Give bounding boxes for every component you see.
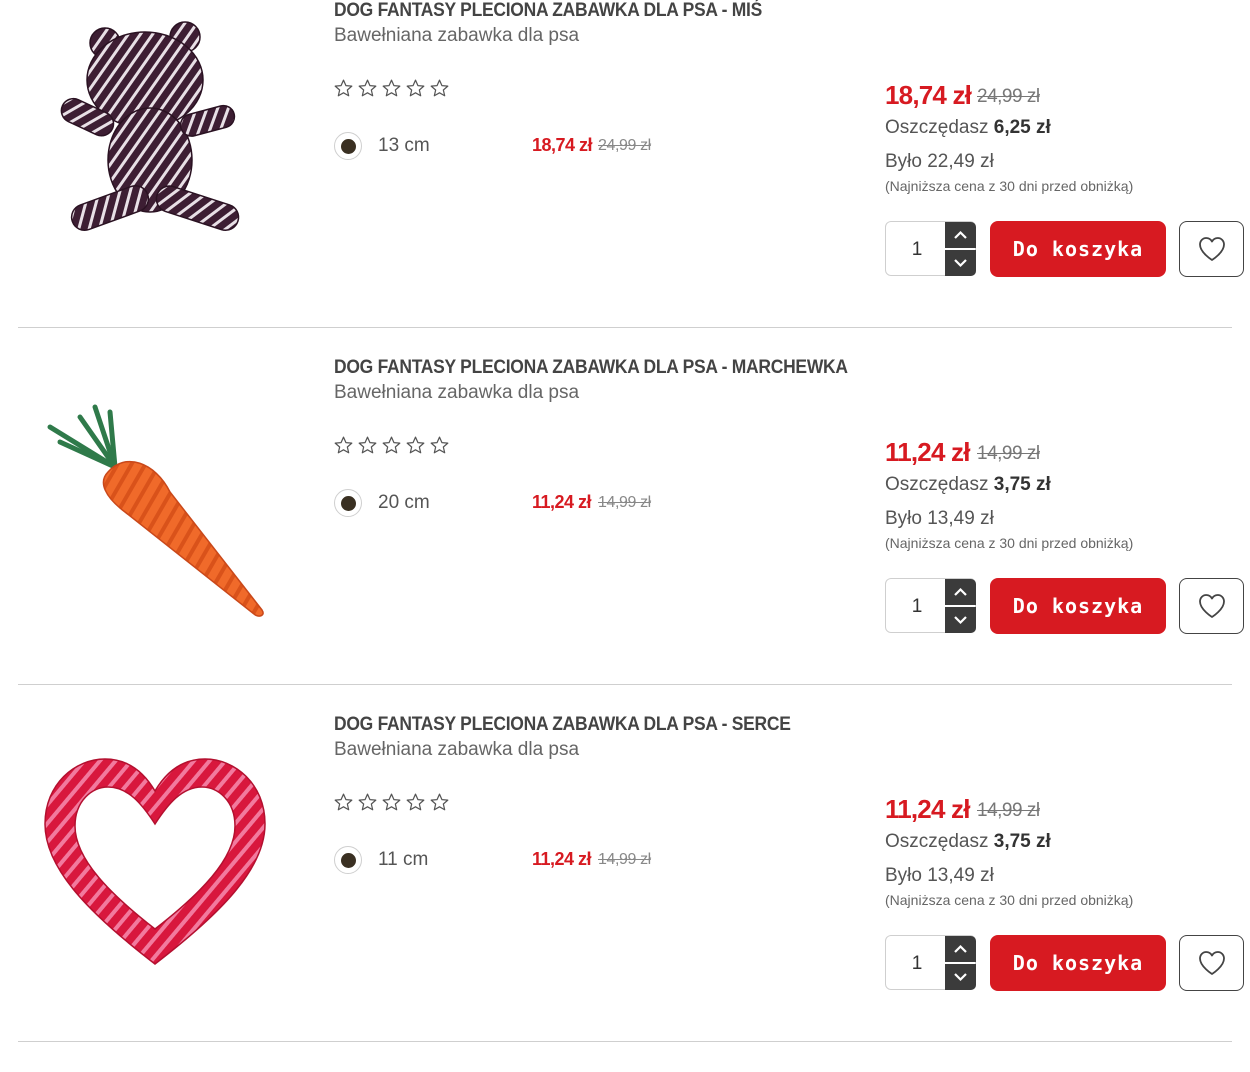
variant-price: 18,74 zł bbox=[532, 135, 593, 155]
savings-label: Oszczędasz bbox=[885, 117, 989, 138]
savings-label: Oszczędasz bbox=[885, 831, 989, 852]
star-outline-icon bbox=[382, 79, 401, 97]
star-outline-icon bbox=[382, 436, 401, 454]
add-to-cart-button[interactable]: Do koszyka bbox=[990, 221, 1166, 277]
savings-label: Oszczędasz bbox=[885, 474, 989, 495]
quantity-input[interactable] bbox=[886, 222, 948, 277]
savings: Oszczędasz 6,25 zł bbox=[885, 117, 1051, 139]
rating-stars[interactable] bbox=[333, 792, 450, 813]
star-outline-icon bbox=[406, 436, 425, 454]
divider bbox=[18, 327, 1232, 328]
chevron-up-icon bbox=[954, 230, 967, 239]
quantity-stepper bbox=[885, 935, 976, 991]
savings-amount: 6,25 zł bbox=[993, 117, 1051, 138]
variant-old-price: 24,99 zł bbox=[598, 137, 651, 154]
chevron-up-icon bbox=[954, 587, 967, 596]
current-price: 18,74 zł bbox=[885, 80, 972, 110]
current-price: 11,24 zł bbox=[885, 437, 970, 467]
wishlist-button[interactable] bbox=[1179, 578, 1244, 634]
variant-old-price: 14,99 zł bbox=[598, 851, 651, 868]
savings: Oszczędasz 3,75 zł bbox=[885, 831, 1051, 853]
variant-radio-dot bbox=[341, 853, 356, 868]
previous-price: Było 13,49 zł bbox=[885, 508, 994, 529]
product-card: DOG FANTASY PLECIONA ZABAWKA DLA PSA - S… bbox=[0, 714, 1250, 1071]
chevron-down-icon bbox=[954, 973, 967, 982]
variant-radio-dot bbox=[341, 139, 356, 154]
star-outline-icon bbox=[430, 79, 449, 97]
variant-size: 11 cm bbox=[378, 849, 429, 870]
product-subtitle: Bawełniana zabawka dla psa bbox=[334, 382, 580, 403]
quantity-input[interactable] bbox=[886, 936, 948, 991]
quantity-input[interactable] bbox=[886, 579, 948, 634]
star-outline-icon bbox=[334, 79, 353, 97]
quantity-stepper bbox=[885, 221, 976, 277]
old-price: 14,99 zł bbox=[977, 800, 1040, 821]
product-subtitle: Bawełniana zabawka dla psa bbox=[334, 739, 580, 760]
product-title[interactable]: DOG FANTASY PLECIONA ZABAWKA DLA PSA - M… bbox=[334, 0, 762, 22]
variant-size: 13 cm bbox=[378, 135, 430, 156]
product-image-bear[interactable] bbox=[30, 15, 280, 265]
divider bbox=[18, 1041, 1232, 1042]
product-card: DOG FANTASY PLECIONA ZABAWKA DLA PSA - M… bbox=[0, 0, 1250, 357]
product-subtitle: Bawełniana zabawka dla psa bbox=[334, 25, 580, 46]
star-outline-icon bbox=[406, 79, 425, 97]
product-title[interactable]: DOG FANTASY PLECIONA ZABAWKA DLA PSA - S… bbox=[334, 714, 791, 736]
lowest-price-note: (Najniższa cena z 30 dni przed obniżką) bbox=[885, 535, 1134, 551]
chevron-down-icon bbox=[954, 616, 967, 625]
star-outline-icon bbox=[430, 436, 449, 454]
wishlist-button[interactable] bbox=[1179, 221, 1244, 277]
star-outline-icon bbox=[358, 436, 377, 454]
heart-icon bbox=[1199, 594, 1225, 618]
chevron-down-icon bbox=[954, 259, 967, 268]
variant-old-price: 14,99 zł bbox=[598, 494, 651, 511]
star-outline-icon bbox=[358, 79, 377, 97]
heart-icon bbox=[1199, 237, 1225, 261]
previous-price: Było 22,49 zł bbox=[885, 151, 994, 172]
lowest-price-note: (Najniższa cena z 30 dni przed obniżką) bbox=[885, 178, 1134, 194]
rating-stars[interactable] bbox=[333, 78, 450, 99]
product-card: DOG FANTASY PLECIONA ZABAWKA DLA PSA - M… bbox=[0, 357, 1250, 714]
product-image-carrot[interactable] bbox=[30, 372, 280, 622]
quantity-increase-button[interactable] bbox=[945, 579, 976, 605]
variant-radio[interactable] bbox=[334, 132, 362, 160]
variant-radio[interactable] bbox=[334, 846, 362, 874]
current-price: 11,24 zł bbox=[885, 794, 970, 824]
divider bbox=[18, 684, 1232, 685]
add-to-cart-button[interactable]: Do koszyka bbox=[990, 935, 1166, 991]
quantity-increase-button[interactable] bbox=[945, 222, 976, 248]
old-price: 24,99 zł bbox=[977, 86, 1040, 107]
wishlist-button[interactable] bbox=[1179, 935, 1244, 991]
savings: Oszczędasz 3,75 zł bbox=[885, 474, 1051, 496]
star-outline-icon bbox=[334, 793, 353, 811]
quantity-stepper bbox=[885, 578, 976, 634]
previous-price: Było 13,49 zł bbox=[885, 865, 994, 886]
quantity-decrease-button[interactable] bbox=[945, 250, 976, 276]
variant-size: 20 cm bbox=[378, 492, 430, 513]
chevron-up-icon bbox=[954, 944, 967, 953]
star-outline-icon bbox=[358, 793, 377, 811]
lowest-price-note: (Najniższa cena z 30 dni przed obniżką) bbox=[885, 892, 1134, 908]
rating-stars[interactable] bbox=[333, 435, 450, 456]
savings-amount: 3,75 zł bbox=[993, 474, 1051, 495]
product-image-heart[interactable] bbox=[30, 729, 280, 979]
variant-radio[interactable] bbox=[334, 489, 362, 517]
quantity-increase-button[interactable] bbox=[945, 936, 976, 962]
variant-price: 11,24 zł bbox=[532, 492, 592, 512]
quantity-decrease-button[interactable] bbox=[945, 964, 976, 990]
heart-icon bbox=[1199, 951, 1225, 975]
star-outline-icon bbox=[406, 793, 425, 811]
product-title[interactable]: DOG FANTASY PLECIONA ZABAWKA DLA PSA - M… bbox=[334, 357, 848, 379]
star-outline-icon bbox=[334, 436, 353, 454]
savings-amount: 3,75 zł bbox=[993, 831, 1051, 852]
quantity-decrease-button[interactable] bbox=[945, 607, 976, 633]
star-outline-icon bbox=[382, 793, 401, 811]
variant-price: 11,24 zł bbox=[532, 849, 592, 869]
star-outline-icon bbox=[430, 793, 449, 811]
variant-radio-dot bbox=[341, 496, 356, 511]
add-to-cart-button[interactable]: Do koszyka bbox=[990, 578, 1166, 634]
old-price: 14,99 zł bbox=[977, 443, 1040, 464]
